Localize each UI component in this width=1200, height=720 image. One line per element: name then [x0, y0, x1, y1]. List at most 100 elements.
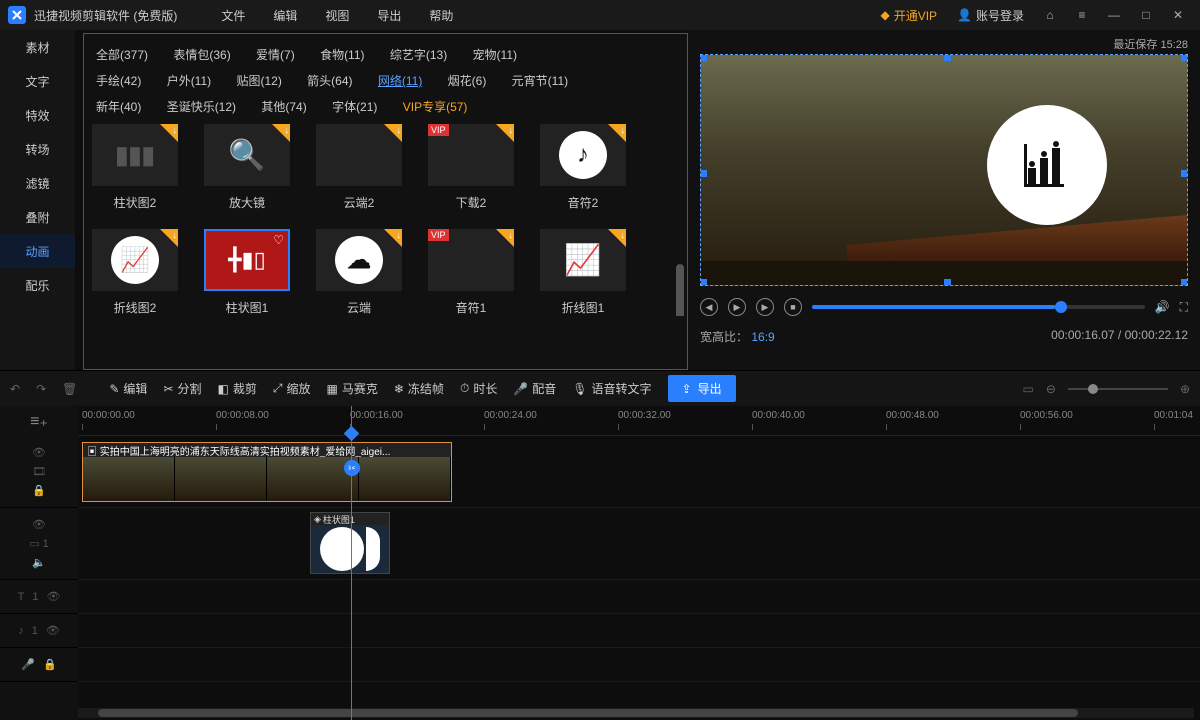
- tag[interactable]: 圣诞快乐(12): [167, 94, 236, 120]
- nav-music[interactable]: 配乐: [0, 268, 75, 302]
- time-ruler[interactable]: 00:00:00.00 00:00:08.00 00:00:16.00 00:0…: [78, 406, 1200, 436]
- asset-card[interactable]: 📈↓ 折线图1: [538, 229, 628, 316]
- play-button[interactable]: ▶: [728, 298, 746, 316]
- menu-edit[interactable]: 编辑: [259, 7, 311, 24]
- overlay-element[interactable]: [987, 105, 1107, 225]
- stop-button[interactable]: ■: [784, 298, 802, 316]
- tag[interactable]: 其他(74): [261, 94, 306, 120]
- prev-frame-button[interactable]: ◀: [700, 298, 718, 316]
- text-track[interactable]: [78, 580, 1200, 614]
- video-track[interactable]: ▣ 实拍中国上海明亮的浦东天际线高清实拍视频素材_爱给网_aigei... ✂: [78, 436, 1200, 508]
- volume-icon[interactable]: 🔊: [1155, 300, 1170, 314]
- tag[interactable]: 表情包(36): [173, 42, 230, 68]
- animation-clip[interactable]: ◈柱状图1: [310, 512, 390, 574]
- close-icon[interactable]: ✕: [1164, 8, 1192, 22]
- asset-card[interactable]: ♪↓ 音符2: [538, 124, 628, 211]
- zoom-in-icon[interactable]: ⊕: [1180, 382, 1190, 396]
- tag[interactable]: 贴图(12): [236, 68, 281, 94]
- tag[interactable]: 新年(40): [96, 94, 141, 120]
- asset-card-selected[interactable]: ╋▮▯♡ 柱状图1: [202, 229, 292, 316]
- eye-icon[interactable]: 👁: [32, 518, 46, 531]
- tag[interactable]: 爱情(7): [256, 42, 295, 68]
- next-frame-button[interactable]: ▶: [756, 298, 774, 316]
- pip-track[interactable]: ◈柱状图1: [78, 508, 1200, 580]
- lock-icon[interactable]: 🔒: [32, 484, 46, 497]
- menu-export[interactable]: 导出: [363, 7, 415, 24]
- audio-track-head[interactable]: ♪1👁: [0, 614, 78, 648]
- zoom-slider[interactable]: [1068, 388, 1168, 390]
- voice-track-head[interactable]: 🎤🔒: [0, 648, 78, 682]
- minimize-icon[interactable]: —: [1100, 8, 1128, 22]
- lock-icon[interactable]: 🔒: [43, 658, 57, 671]
- asset-card[interactable]: 🔍↓ 放大镜: [202, 124, 292, 211]
- fullscreen-icon[interactable]: ⛶: [1180, 300, 1188, 315]
- nav-filter[interactable]: 滤镜: [0, 166, 75, 200]
- export-button[interactable]: ⇪ 导出: [668, 375, 736, 402]
- tag[interactable]: 字体(21): [332, 94, 377, 120]
- maximize-icon[interactable]: □: [1132, 8, 1160, 22]
- video-clip[interactable]: ▣ 实拍中国上海明亮的浦东天际线高清实拍视频素材_爱给网_aigei...: [82, 442, 452, 502]
- tag[interactable]: 烟花(6): [448, 68, 487, 94]
- mute-icon[interactable]: 🔈: [32, 556, 46, 569]
- delete-button[interactable]: 🗑: [62, 382, 77, 396]
- fit-icon[interactable]: ▭: [1023, 382, 1034, 396]
- menu-help[interactable]: 帮助: [415, 7, 467, 24]
- scrollbar-horizontal[interactable]: [78, 708, 1194, 718]
- login-button[interactable]: 👤 账号登录: [949, 7, 1032, 24]
- crop-button[interactable]: ◧ 裁剪: [218, 380, 257, 397]
- text-track-head[interactable]: T1👁: [0, 580, 78, 614]
- edit-button[interactable]: ✎ 编辑: [109, 380, 147, 397]
- tag[interactable]: 户外(11): [167, 68, 211, 94]
- voice-track[interactable]: [78, 648, 1200, 682]
- nav-animation[interactable]: 动画: [0, 234, 75, 268]
- eye-icon[interactable]: 👁: [46, 590, 60, 603]
- seek-slider[interactable]: [812, 305, 1145, 309]
- pip-track-head[interactable]: 👁▭ 1🔈: [0, 508, 78, 580]
- asset-card[interactable]: ☁↓ 云端2: [314, 124, 404, 211]
- nav-text[interactable]: 文字: [0, 64, 75, 98]
- nav-overlay[interactable]: 叠附: [0, 200, 75, 234]
- nav-material[interactable]: 素材: [0, 30, 75, 64]
- nav-transition[interactable]: 转场: [0, 132, 75, 166]
- tag-selected[interactable]: 网络(11): [378, 68, 422, 94]
- asset-card[interactable]: ▮▮▮↓ 柱状图2: [90, 124, 180, 211]
- eye-icon[interactable]: 👁: [32, 446, 46, 459]
- redo-button[interactable]: ↷: [36, 382, 46, 396]
- scrollbar-vertical[interactable]: [676, 264, 684, 316]
- tag[interactable]: 宠物(11): [473, 42, 517, 68]
- eye-icon[interactable]: 👁: [46, 624, 60, 637]
- playhead[interactable]: [351, 406, 352, 720]
- asset-card[interactable]: ☁↓ 云端: [314, 229, 404, 316]
- preview-canvas[interactable]: [700, 54, 1188, 286]
- stt-button[interactable]: 🎙 语音转文字: [572, 380, 651, 397]
- menu-file[interactable]: 文件: [207, 7, 259, 24]
- tag[interactable]: 食物(11): [320, 42, 364, 68]
- tag-vip[interactable]: VIP专享(57): [403, 94, 468, 120]
- open-vip-button[interactable]: ◆ 开通VIP: [872, 7, 945, 24]
- menu-view[interactable]: 视图: [311, 7, 363, 24]
- split-button[interactable]: ✂ 分割: [163, 380, 201, 397]
- asset-card[interactable]: VIP♫↓ 音符1: [426, 229, 516, 316]
- tag[interactable]: 综艺字(13): [390, 42, 447, 68]
- home-icon[interactable]: ⌂: [1036, 8, 1064, 22]
- aspect-ratio[interactable]: 16:9: [751, 330, 774, 344]
- menu-icon[interactable]: ≡: [1068, 8, 1096, 22]
- freeze-button[interactable]: ❄ 冻结帧: [394, 380, 444, 397]
- add-track-button[interactable]: ≡₊: [0, 406, 78, 436]
- tag[interactable]: 元宵节(11): [512, 68, 568, 94]
- zoom-out-icon[interactable]: ⊖: [1046, 382, 1056, 396]
- nav-effects[interactable]: 特效: [0, 98, 75, 132]
- cut-marker[interactable]: ✂: [344, 460, 360, 476]
- tag[interactable]: 全部(377): [96, 42, 148, 68]
- video-track-head[interactable]: 👁🎞🔒: [0, 436, 78, 508]
- duration-button[interactable]: ⏱ 时长: [460, 380, 497, 397]
- audio-track[interactable]: [78, 614, 1200, 648]
- asset-card[interactable]: VIP⬇↓ 下载2: [426, 124, 516, 211]
- heart-icon[interactable]: ♡: [273, 233, 284, 247]
- undo-button[interactable]: ↶: [10, 382, 20, 396]
- tag[interactable]: 手绘(42): [96, 68, 141, 94]
- dub-button[interactable]: 🎤 配音: [513, 380, 556, 397]
- tracks-area[interactable]: 00:00:00.00 00:00:08.00 00:00:16.00 00:0…: [78, 406, 1200, 720]
- mosaic-button[interactable]: ▦ 马赛克: [327, 380, 378, 397]
- scale-button[interactable]: ⤢ 缩放: [273, 380, 311, 397]
